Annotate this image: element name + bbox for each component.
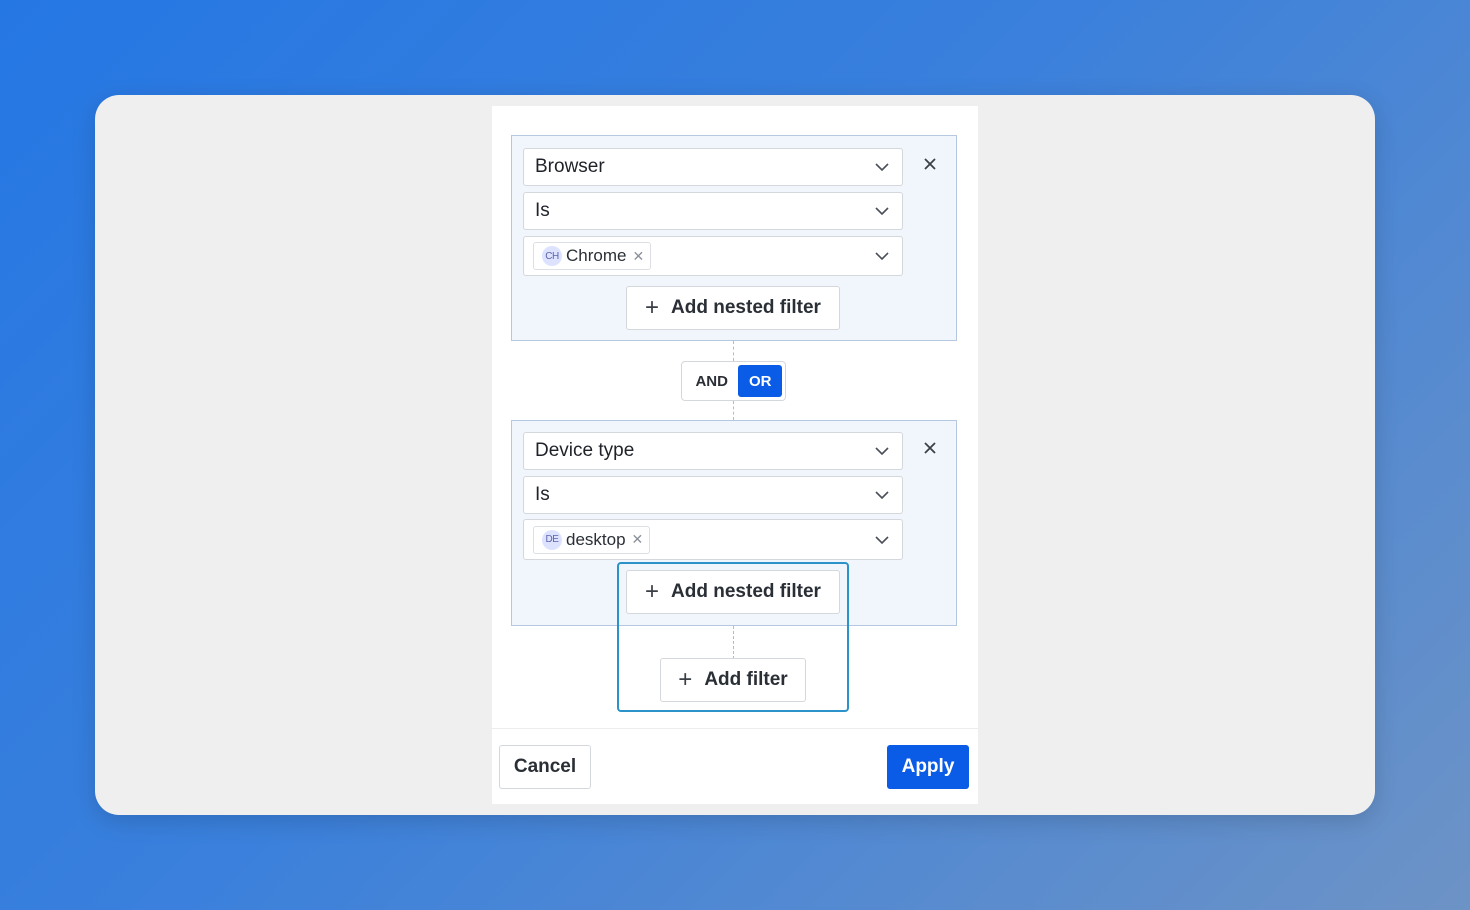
- plus-icon: +: [645, 294, 660, 321]
- or-option[interactable]: OR: [738, 365, 782, 397]
- footer-divider: [492, 728, 978, 729]
- value-select[interactable]: DE desktop ✕: [523, 519, 903, 560]
- connector-line: [733, 341, 734, 361]
- value-chip: CH Chrome ✕: [533, 242, 652, 270]
- logic-toggle: AND OR: [681, 361, 786, 401]
- chevron-down-icon: [875, 447, 889, 456]
- close-icon: [924, 158, 936, 170]
- cancel-button[interactable]: Cancel: [499, 745, 591, 789]
- highlight-box: [617, 562, 849, 712]
- remove-filter-button[interactable]: [920, 438, 940, 458]
- chevron-down-icon: [875, 535, 889, 544]
- operator-select-value: Is: [535, 484, 550, 505]
- close-icon: [924, 442, 936, 454]
- chevron-down-icon: [875, 207, 889, 216]
- chip-avatar: CH: [542, 246, 562, 266]
- and-option[interactable]: AND: [685, 365, 738, 397]
- field-select[interactable]: Browser: [523, 148, 903, 186]
- add-nested-filter-button[interactable]: + Add nested filter: [626, 286, 840, 330]
- value-chip: DE desktop ✕: [533, 525, 651, 554]
- chevron-down-icon: [875, 491, 889, 500]
- operator-select[interactable]: Is: [523, 476, 903, 514]
- chevron-down-icon: [875, 163, 889, 172]
- chip-label: Chrome: [566, 246, 627, 265]
- apply-button[interactable]: Apply: [887, 745, 969, 789]
- connector-line: [733, 401, 734, 420]
- operator-select-value: Is: [535, 200, 550, 221]
- field-select[interactable]: Device type: [523, 432, 903, 470]
- add-nested-filter-label: Add nested filter: [671, 297, 821, 318]
- chip-remove-icon[interactable]: ✕: [632, 248, 644, 265]
- chip-avatar: DE: [542, 529, 562, 550]
- field-select-value: Device type: [535, 440, 635, 461]
- remove-filter-button[interactable]: [920, 154, 940, 174]
- chip-label: desktop: [566, 529, 626, 549]
- field-select-value: Browser: [535, 156, 605, 177]
- operator-select[interactable]: Is: [523, 192, 903, 230]
- chip-remove-icon[interactable]: ✕: [632, 531, 644, 548]
- chevron-down-icon: [875, 252, 889, 261]
- value-select[interactable]: CH Chrome ✕: [523, 236, 903, 276]
